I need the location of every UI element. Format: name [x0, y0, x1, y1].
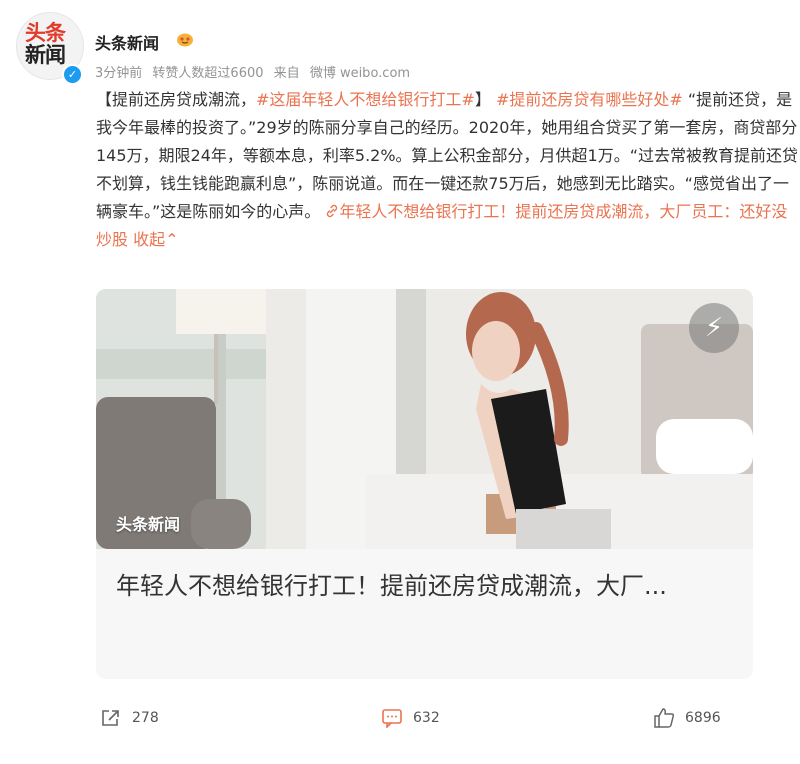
article-card[interactable]: 年轻人不想给银行打工！提前还房贷成潮流，大厂... [96, 549, 753, 679]
like-count: 6896 [685, 710, 721, 726]
repost-count: 278 [132, 710, 159, 726]
comment-icon [382, 709, 402, 728]
comment-count: 632 [413, 710, 440, 726]
post-text: 【提前还房贷成潮流，#这届年轻人不想给银行打工#】 #提前还房贷有哪些好处# “… [96, 86, 800, 254]
collapse-button[interactable]: 收起⌃ [133, 230, 178, 249]
live-photo-icon[interactable]: ⚡ [689, 303, 739, 353]
article-card-title: 年轻人不想给银行打工！提前还房贷成潮流，大厂... [116, 572, 667, 600]
photo-illustration [96, 289, 753, 549]
image-source-watermark: 头条新闻 [116, 515, 181, 534]
verified-icon: ✓ [62, 64, 83, 85]
chevron-up-icon: ⌃ [165, 230, 179, 249]
repost-info: 转赞人数超过6600 [152, 66, 264, 81]
post-image[interactable]: ⚡ 头条新闻 [96, 289, 753, 549]
source-label: 来自 [273, 66, 300, 81]
post-title-start: 【提前还房贷成潮流， [96, 90, 257, 109]
account-name[interactable]: 头条新闻 [95, 30, 159, 54]
collapse-label: 收起 [133, 230, 166, 249]
repost-button[interactable]: 278 [100, 706, 159, 730]
avatar-logo: 头条 新闻 [25, 21, 66, 67]
vip-badge-icon [177, 33, 193, 47]
hashtag-link[interactable]: #这届年轻人不想给银行打工# [256, 90, 475, 109]
comment-button[interactable]: 632 [381, 706, 440, 730]
post-meta: 3分钟前 转赞人数超过6600 来自 微博 weibo.com [95, 62, 416, 81]
thumbs-up-icon [654, 708, 675, 728]
post-time[interactable]: 3分钟前 [95, 66, 142, 81]
hashtag-link[interactable]: #提前还房贷有哪些好处# [496, 90, 683, 109]
post-source[interactable]: 微博 weibo.com [310, 66, 410, 81]
like-button[interactable]: 6896 [653, 706, 721, 730]
link-icon [327, 204, 338, 218]
share-icon [102, 710, 119, 726]
post-title-end: 】 [474, 90, 491, 109]
